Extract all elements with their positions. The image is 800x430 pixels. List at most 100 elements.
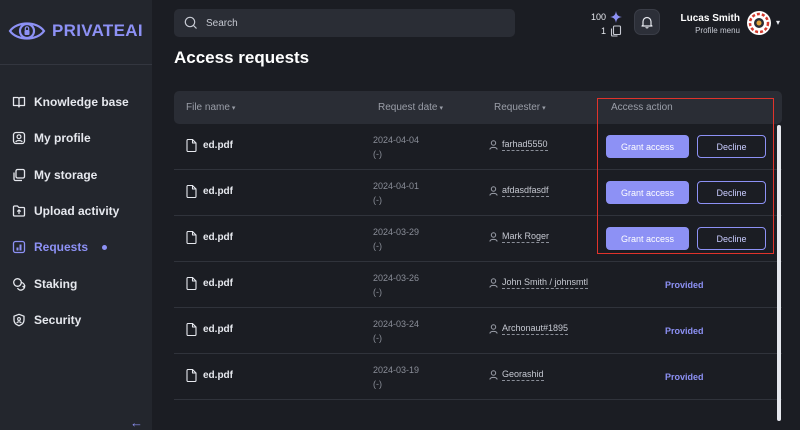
table-row: ed.pdf 2024-04-01 (-) afdasdfasdf Grant acce… xyxy=(174,170,782,216)
request-date: 2024-03-24 xyxy=(373,319,420,329)
requester-cell[interactable]: Georashid xyxy=(489,369,544,381)
file-name-cell[interactable]: ed.pdf xyxy=(186,139,233,152)
document-icon xyxy=(186,231,197,244)
tokens-count: 100 xyxy=(590,12,606,22)
scrollbar[interactable] xyxy=(777,125,781,421)
sidebar-item-my-storage[interactable]: My storage xyxy=(0,157,152,193)
request-date-cell: 2024-03-19 (-) xyxy=(373,363,419,391)
app-name: PRIVATEAI xyxy=(52,21,143,40)
column-request-date[interactable]: Request date ▾ xyxy=(378,102,443,113)
decline-button[interactable]: Decline xyxy=(697,135,766,158)
column-label: Access action xyxy=(611,102,673,113)
files-counter: 1 xyxy=(586,24,622,38)
requester-name: John Smith / johnsmtl xyxy=(502,277,589,289)
table-row: ed.pdf 2024-03-26 (-) John Smith / johnsmtl… xyxy=(174,262,782,308)
request-date-note: (-) xyxy=(373,149,382,159)
table-row: ed.pdf 2024-04-04 (-) farhad5550 Grant acces… xyxy=(174,124,782,170)
file-name: ed.pdf xyxy=(203,140,233,151)
search-icon xyxy=(184,16,197,29)
grant-access-button[interactable]: Grant access xyxy=(606,135,689,158)
shield-icon xyxy=(13,313,25,327)
file-name-cell[interactable]: ed.pdf xyxy=(186,369,233,382)
sidebar-item-staking[interactable]: Staking xyxy=(0,265,152,301)
request-date-cell: 2024-03-29 (-) xyxy=(373,225,419,253)
request-date-note: (-) xyxy=(373,287,382,297)
file-name-cell[interactable]: ed.pdf xyxy=(186,231,233,244)
user-menu-caret[interactable]: ▾ xyxy=(776,18,780,27)
column-label: File name xyxy=(186,102,230,113)
requester-name: Mark Roger xyxy=(502,231,550,243)
search-input[interactable] xyxy=(206,17,496,29)
requester-name: Archonaut#1895 xyxy=(502,323,569,335)
column-requester[interactable]: Requester ▾ xyxy=(494,102,546,113)
requester-cell[interactable]: John Smith / johnsmtl xyxy=(489,277,589,289)
request-date-cell: 2024-04-01 (-) xyxy=(373,179,419,207)
sidebar-item-security[interactable]: Security xyxy=(0,302,152,338)
document-icon xyxy=(186,139,197,152)
sort-arrow-icon: ▾ xyxy=(542,104,546,112)
requester-cell[interactable]: afdasdfasdf xyxy=(489,185,549,197)
upload-folder-icon xyxy=(12,205,26,217)
request-date-note: (-) xyxy=(373,195,382,205)
grant-access-button[interactable]: Grant access xyxy=(606,181,689,204)
sidebar-item-my-profile[interactable]: My profile xyxy=(0,120,152,156)
requester-cell[interactable]: farhad5550 xyxy=(489,139,548,151)
request-date-cell: 2024-03-24 (-) xyxy=(373,317,419,345)
requester-cell[interactable]: Mark Roger xyxy=(489,231,550,243)
sidebar-nav: Knowledge base My profile My storage Upl… xyxy=(0,84,152,338)
sidebar-item-upload-activity[interactable]: Upload activity xyxy=(0,193,152,229)
file-name: ed.pdf xyxy=(203,324,233,335)
request-date: 2024-03-29 xyxy=(373,227,420,237)
eye-logo-icon xyxy=(8,22,46,40)
access-requests-table: File name ▾ Request date ▾ Requester ▾ A… xyxy=(174,91,782,400)
file-name-cell[interactable]: ed.pdf xyxy=(186,277,233,290)
profile-menu-label: Profile menu xyxy=(695,26,740,35)
file-name-cell[interactable]: ed.pdf xyxy=(186,185,233,198)
active-indicator-dot xyxy=(102,244,108,250)
table-header: File name ▾ Request date ▾ Requester ▾ A… xyxy=(174,91,782,124)
avatar-pattern-icon xyxy=(747,11,771,35)
document-icon xyxy=(186,185,197,198)
column-file-name[interactable]: File name ▾ xyxy=(186,102,235,113)
notifications-button[interactable] xyxy=(634,9,660,35)
requester-name: afdasdfasdf xyxy=(502,185,549,197)
file-name: ed.pdf xyxy=(203,186,233,197)
sidebar-item-label: Requests xyxy=(34,240,89,255)
requests-icon xyxy=(12,241,26,254)
table-row: ed.pdf 2024-03-24 (-) Archonaut#1895 Provide… xyxy=(174,308,782,354)
search-bar[interactable] xyxy=(174,9,515,37)
copy-file-icon xyxy=(610,25,622,37)
sparkle-icon xyxy=(610,11,622,23)
grant-access-button[interactable]: Grant access xyxy=(606,227,689,250)
sort-arrow-icon: ▾ xyxy=(439,104,444,112)
user-info[interactable]: Lucas Smith Profile menu xyxy=(670,13,740,35)
sidebar-item-knowledge-base[interactable]: Knowledge base xyxy=(0,84,152,120)
file-name: ed.pdf xyxy=(203,278,233,289)
request-date-note: (-) xyxy=(373,333,382,343)
file-name-cell[interactable]: ed.pdf xyxy=(186,323,233,336)
storage-icon xyxy=(13,168,26,181)
column-label: Request date xyxy=(378,102,438,113)
user-icon xyxy=(489,370,498,380)
request-date-note: (-) xyxy=(373,379,382,389)
book-icon xyxy=(12,96,26,108)
coins-icon xyxy=(13,277,26,291)
sidebar: PRIVATEAI Knowledge base My profile My s… xyxy=(0,0,152,430)
file-name: ed.pdf xyxy=(203,370,233,381)
decline-button[interactable]: Decline xyxy=(697,227,766,250)
sidebar-item-requests[interactable]: Requests xyxy=(0,229,152,265)
request-date-cell: 2024-03-26 (-) xyxy=(373,271,419,299)
logo[interactable]: PRIVATEAI xyxy=(8,18,143,44)
provided-status: Provided xyxy=(665,372,704,382)
user-icon xyxy=(489,232,498,242)
collapse-sidebar-button[interactable]: ← xyxy=(130,416,143,429)
avatar[interactable] xyxy=(747,11,771,35)
sidebar-divider xyxy=(0,64,152,65)
bell-icon xyxy=(641,16,653,29)
decline-button[interactable]: Decline xyxy=(697,181,766,204)
column-access-action: Access action xyxy=(611,102,673,113)
files-count: 1 xyxy=(600,26,606,36)
requester-cell[interactable]: Archonaut#1895 xyxy=(489,323,569,335)
table-row: ed.pdf 2024-03-29 (-) Mark Roger Grant acces… xyxy=(174,216,782,262)
requester-name: Georashid xyxy=(502,369,544,381)
